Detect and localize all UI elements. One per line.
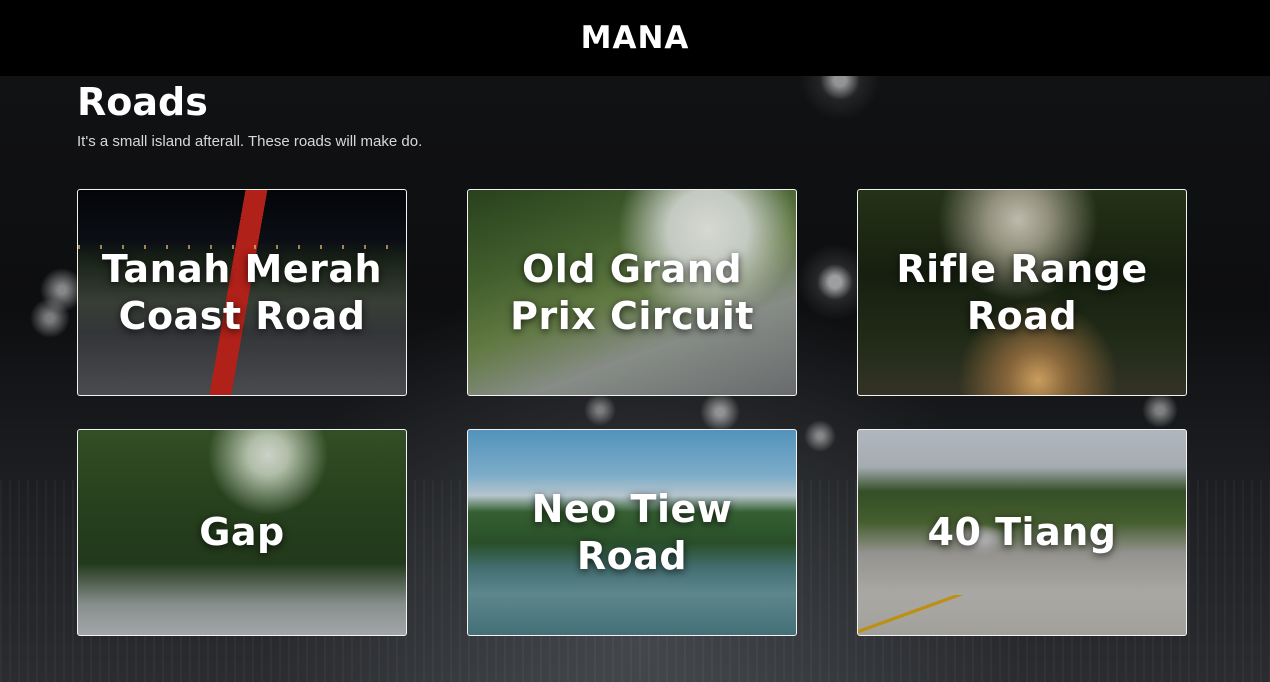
brand-logo[interactable]: MANA — [581, 20, 690, 56]
page-title: Roads — [77, 80, 208, 124]
road-card-label: Neo Tiew Road — [531, 486, 733, 578]
road-card-old-grand-prix[interactable]: Old Grand Prix Circuit — [467, 189, 797, 396]
road-card-label: Rifle Range Road — [896, 246, 1148, 338]
road-card-rifle-range[interactable]: Rifle Range Road — [857, 189, 1187, 396]
road-card-40-tiang[interactable]: 40 Tiang — [857, 429, 1187, 636]
road-card-grid: Tanah Merah Coast Road Old Grand Prix Ci… — [77, 189, 1187, 636]
road-card-neo-tiew[interactable]: Neo Tiew Road — [467, 429, 797, 636]
road-card-gap[interactable]: Gap — [77, 429, 407, 636]
page-subtitle: It's a small island afterall. These road… — [77, 133, 423, 150]
road-card-label: Tanah Merah Coast Road — [101, 246, 383, 338]
main-content: Roads It's a small island afterall. Thes… — [77, 76, 1187, 636]
top-navbar: MANA — [0, 0, 1270, 76]
road-card-label: 40 Tiang — [927, 510, 1117, 554]
road-card-tanah-merah[interactable]: Tanah Merah Coast Road — [77, 189, 407, 396]
road-card-label: Old Grand Prix Circuit — [510, 246, 754, 338]
road-card-label: Gap — [199, 510, 285, 554]
